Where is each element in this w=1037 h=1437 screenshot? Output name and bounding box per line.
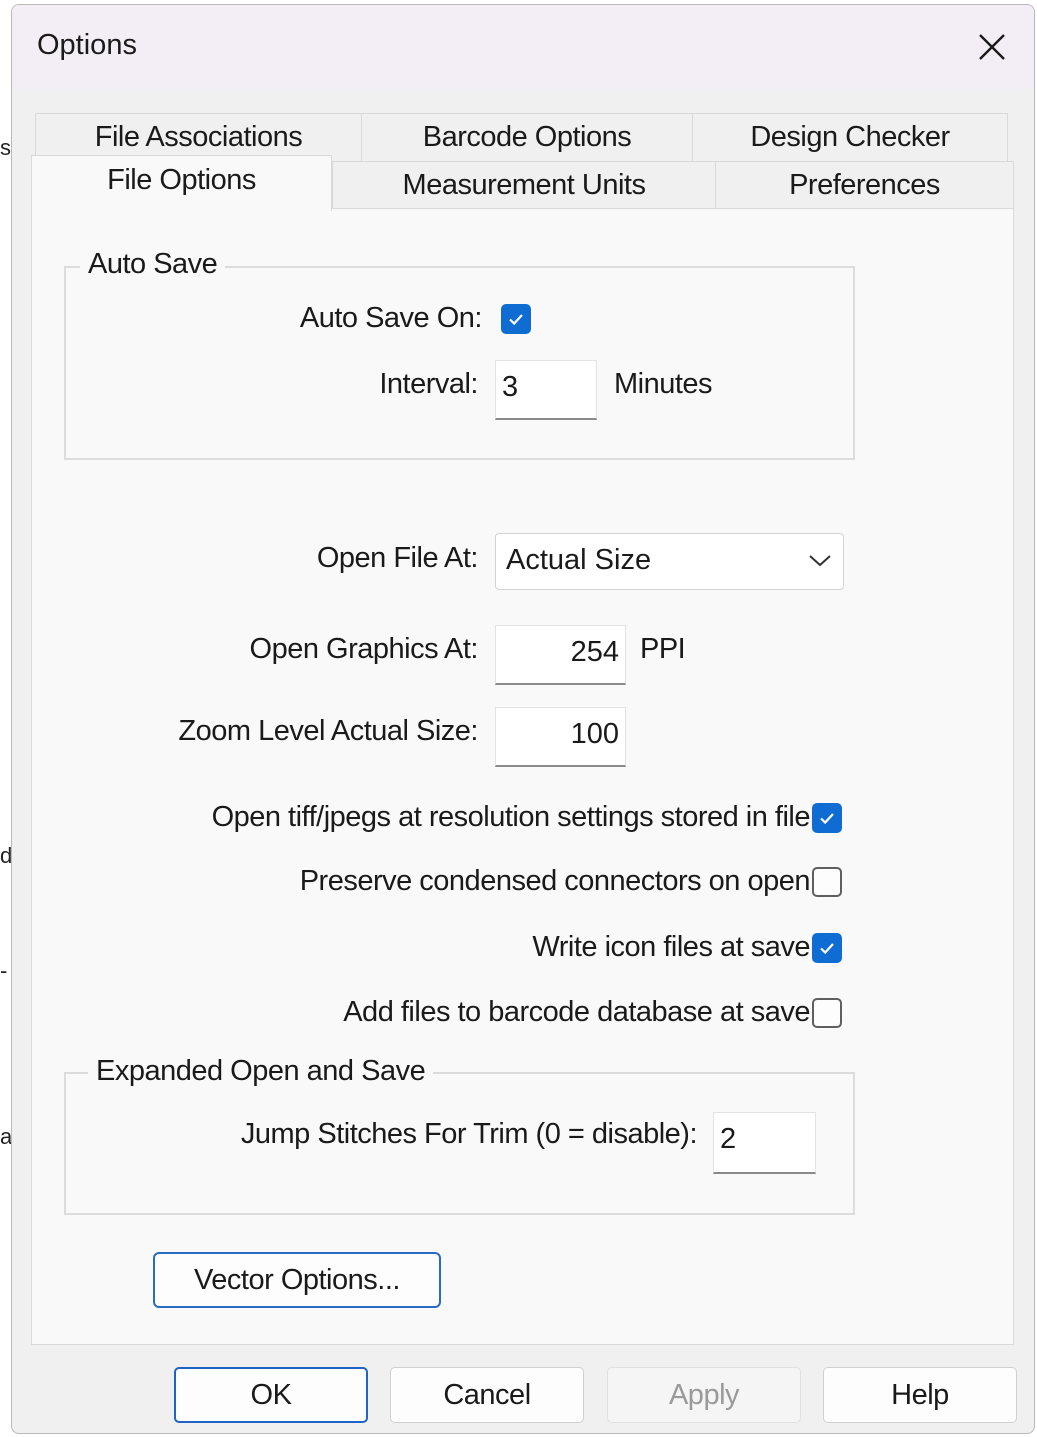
checkmark-icon <box>820 943 834 955</box>
close-button[interactable] <box>950 5 1034 89</box>
zoom-level-label: Zoom Level Actual Size: <box>178 715 478 747</box>
write-icon-files-checkbox[interactable] <box>812 933 842 963</box>
tab-barcode-options[interactable]: Barcode Options <box>361 113 693 161</box>
checkmark-icon <box>509 314 523 326</box>
open-tiff-resolution-checkbox[interactable] <box>812 803 842 833</box>
tab-measurement-units[interactable]: Measurement Units <box>332 161 716 209</box>
apply-button: Apply <box>607 1367 801 1423</box>
window-title: Options <box>37 29 137 61</box>
ppi-unit-label: PPI <box>640 633 686 665</box>
open-file-at-value: Actual Size <box>506 544 652 576</box>
interval-label: Interval: <box>379 368 478 400</box>
ok-button[interactable]: OK <box>174 1367 368 1423</box>
options-dialog: Options File Associations Barcode Option… <box>11 4 1035 1434</box>
cancel-button[interactable]: Cancel <box>390 1367 584 1423</box>
background-text-fragment: - <box>0 958 8 983</box>
auto-save-on-label: Auto Save On: <box>299 302 483 334</box>
jump-stitches-label: Jump Stitches For Trim (0 = disable): <box>240 1118 698 1150</box>
preserve-condensed-connectors-checkbox[interactable] <box>812 867 842 897</box>
open-file-at-label: Open File At: <box>316 542 479 574</box>
interval-input[interactable]: 3 <box>495 360 597 420</box>
open-graphics-at-label: Open Graphics At: <box>249 633 479 665</box>
add-barcode-database-checkbox[interactable] <box>812 998 842 1028</box>
open-file-at-dropdown[interactable]: Actual Size <box>495 533 844 590</box>
tab-file-options[interactable]: File Options <box>31 155 332 211</box>
option-label: Open tiff/jpegs at resolution settings s… <box>211 801 811 833</box>
auto-save-on-checkbox[interactable] <box>501 304 531 334</box>
background-text-fragment: s <box>0 135 11 160</box>
close-icon <box>979 34 1005 60</box>
tab-preferences[interactable]: Preferences <box>715 161 1014 209</box>
tab-design-checker[interactable]: Design Checker <box>692 113 1008 161</box>
checkmark-icon <box>820 813 834 825</box>
tab-file-associations[interactable]: File Associations <box>35 113 362 161</box>
auto-save-group <box>64 266 855 460</box>
option-label: Preserve condensed connectors on open <box>299 865 811 897</box>
option-label: Add files to barcode database at save <box>343 996 810 1028</box>
expanded-open-save-legend: Expanded Open and Save <box>88 1055 434 1088</box>
interval-unit-label: Minutes <box>614 368 713 400</box>
chevron-down-icon <box>809 555 831 567</box>
open-graphics-at-input[interactable]: 254 <box>495 625 626 685</box>
zoom-level-input[interactable]: 100 <box>495 707 626 767</box>
help-button[interactable]: Help <box>823 1367 1017 1423</box>
jump-stitches-input[interactable]: 2 <box>713 1112 816 1174</box>
title-bar[interactable]: Options <box>12 5 1034 89</box>
vector-options-button[interactable]: Vector Options... <box>153 1252 441 1308</box>
option-label: Write icon files at save <box>532 931 810 963</box>
auto-save-legend: Auto Save <box>80 248 226 281</box>
file-options-panel: Auto Save Auto Save On: Interval: 3 Minu… <box>31 208 1014 1345</box>
